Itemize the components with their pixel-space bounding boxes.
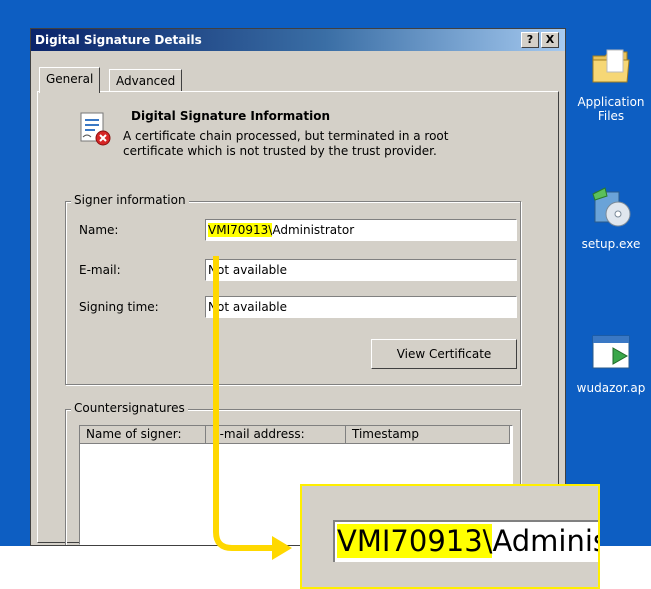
tab-general[interactable]: General xyxy=(39,67,101,93)
zoomed-rest: Adminis xyxy=(492,524,600,558)
zoomed-name-field: VMI70913\Adminis xyxy=(333,520,600,562)
arrow-head-icon xyxy=(272,536,292,560)
screenshot-scene: Application Files setup.exe wudazor.ap D… xyxy=(0,0,651,589)
zoom-callout: VMI70913\Adminis xyxy=(300,484,600,589)
zoomed-highlight: VMI70913\ xyxy=(337,524,493,558)
